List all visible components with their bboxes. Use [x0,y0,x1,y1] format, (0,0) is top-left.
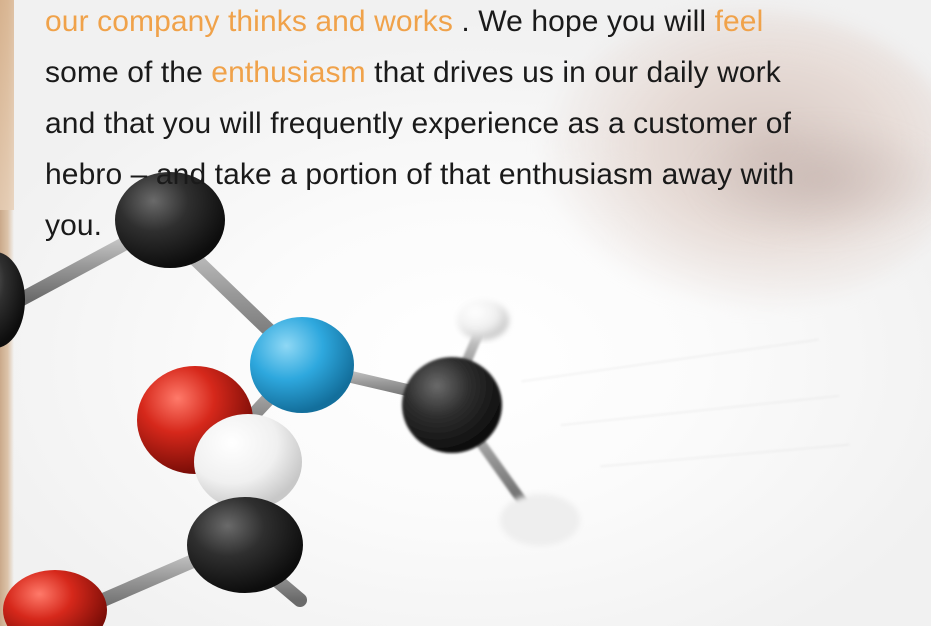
highlight-word: feel [714,5,764,38]
hydrogen-atom [500,494,580,546]
text-line-2: some of the enthusiasm that drives us in… [45,47,865,98]
carbon-atom [402,357,502,453]
oxygen-atom [3,570,107,626]
nitrogen-atom [250,317,354,413]
hydrogen-atom [194,414,302,510]
highlight-word: enthusiasm [211,56,366,89]
text-line-5: you. [45,209,103,242]
carbon-atom [187,497,303,593]
highlight-phrase: our company thinks and works [45,5,453,38]
text-segment: some of the [45,56,212,89]
text-segment: . We hope you will [453,5,715,38]
hydrogen-atom [457,300,509,340]
carbon-atom [0,252,25,348]
text-line-3: and that you will frequently experience … [45,107,792,140]
photo-scene: our company thinks and works . We hope y… [0,0,931,626]
text-line-1: our company thinks and works . We hope y… [45,0,865,47]
text-segment: that drives us in our daily work [365,56,781,89]
intro-text: our company thinks and works . We hope y… [45,0,865,251]
text-line-4: hebro – and take a portion of that enthu… [45,158,795,191]
